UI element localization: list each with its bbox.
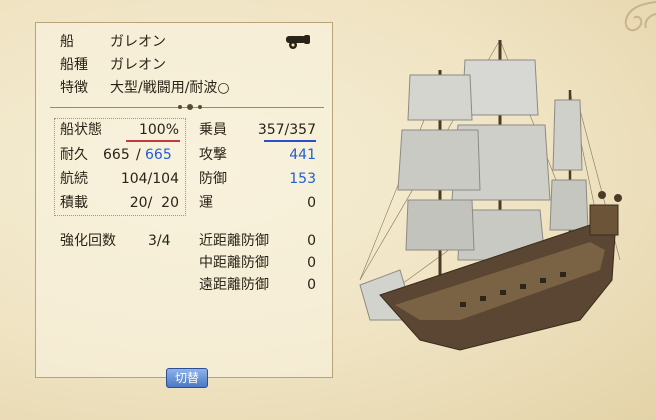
crew-label: 乗員 xyxy=(199,122,227,138)
state-underline xyxy=(126,140,180,142)
ship-type-label: 船種 xyxy=(60,57,88,73)
ship-label: 船 xyxy=(60,34,74,50)
endurance-value: 104/104 xyxy=(120,171,179,187)
ship-state-value: 100% xyxy=(138,122,179,138)
near-defense-label: 近距離防御 xyxy=(199,233,269,249)
feature-label: 特徴 xyxy=(60,80,88,96)
ornament-icon xyxy=(178,104,202,110)
mid-defense-value: 0 xyxy=(307,255,316,271)
luck-value: 0 xyxy=(307,195,316,211)
feature-value: 大型/戦闘用/耐波○ xyxy=(110,80,230,96)
switch-button[interactable]: 切替 xyxy=(166,368,208,388)
cargo-value: 20/ 20 xyxy=(129,195,179,211)
crew-underline xyxy=(264,140,316,142)
luck-label: 運 xyxy=(199,195,213,211)
defense-value: 153 xyxy=(289,171,316,187)
ship-state-label: 船状態 xyxy=(60,122,102,138)
mid-defense-label: 中距離防御 xyxy=(199,255,269,271)
durability-sep: / xyxy=(136,147,141,163)
enhance-count-value: 3/4 xyxy=(148,233,171,249)
attack-label: 攻撃 xyxy=(199,147,227,163)
ship-type-value: ガレオン xyxy=(110,57,166,73)
far-defense-value: 0 xyxy=(307,277,316,293)
galleon-ship xyxy=(359,39,622,351)
near-defense-value: 0 xyxy=(307,233,316,249)
durability-max: 665 xyxy=(145,147,172,163)
ship-value: ガレオン xyxy=(110,34,166,50)
defense-label: 防御 xyxy=(199,171,227,187)
far-defense-label: 遠距離防御 xyxy=(199,277,269,293)
enhance-count-label: 強化回数 xyxy=(60,233,116,249)
cargo-label: 積載 xyxy=(60,195,88,211)
crew-value: 357/357 xyxy=(257,122,316,138)
cannon-icon xyxy=(286,35,310,49)
attack-value: 441 xyxy=(289,147,316,163)
durability-label: 耐久 xyxy=(60,147,88,163)
endurance-label: 航続 xyxy=(60,171,88,187)
durability-current: 665 xyxy=(103,147,130,163)
